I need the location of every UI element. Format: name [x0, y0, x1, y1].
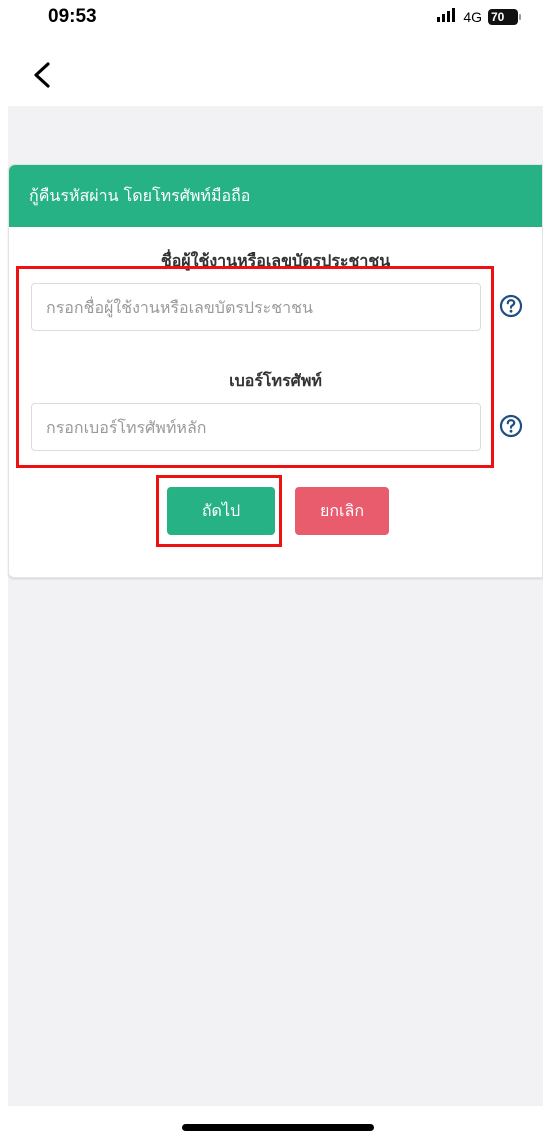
recovery-card: กู้คืนรหัสผ่าน โดยโทรศัพท์มือถือ ชื่อผู้… [8, 164, 543, 578]
next-button[interactable]: ถัดไป [167, 487, 275, 535]
username-input[interactable] [31, 283, 481, 331]
chevron-left-icon[interactable] [28, 58, 58, 92]
battery-icon: 70 [488, 9, 521, 25]
phone-input[interactable] [31, 403, 481, 451]
phone-label: เบอร์โทรศัพท์ [229, 371, 322, 390]
signal-bars-icon [437, 8, 457, 26]
username-label: ชื่อผู้ใช้งานหรือเลขบัตรประชาชน [160, 251, 391, 270]
status-time: 09:53 [48, 6, 97, 27]
card-header: กู้คืนรหัสผ่าน โดยโทรศัพท์มือถือ [9, 165, 542, 227]
status-bar: 09:53 4G 70 [0, 0, 543, 42]
network-type: 4G [463, 9, 482, 25]
question-circle-icon[interactable] [499, 414, 523, 438]
battery-level: 70 [488, 9, 518, 25]
status-indicators: 4G 70 [437, 8, 521, 26]
navigation-bar [0, 42, 543, 106]
question-circle-icon[interactable] [499, 294, 523, 318]
cancel-button[interactable]: ยกเลิก [295, 487, 389, 535]
home-indicator [182, 1124, 374, 1131]
card-title: กู้คืนรหัสผ่าน โดยโทรศัพท์มือถือ [29, 186, 251, 205]
